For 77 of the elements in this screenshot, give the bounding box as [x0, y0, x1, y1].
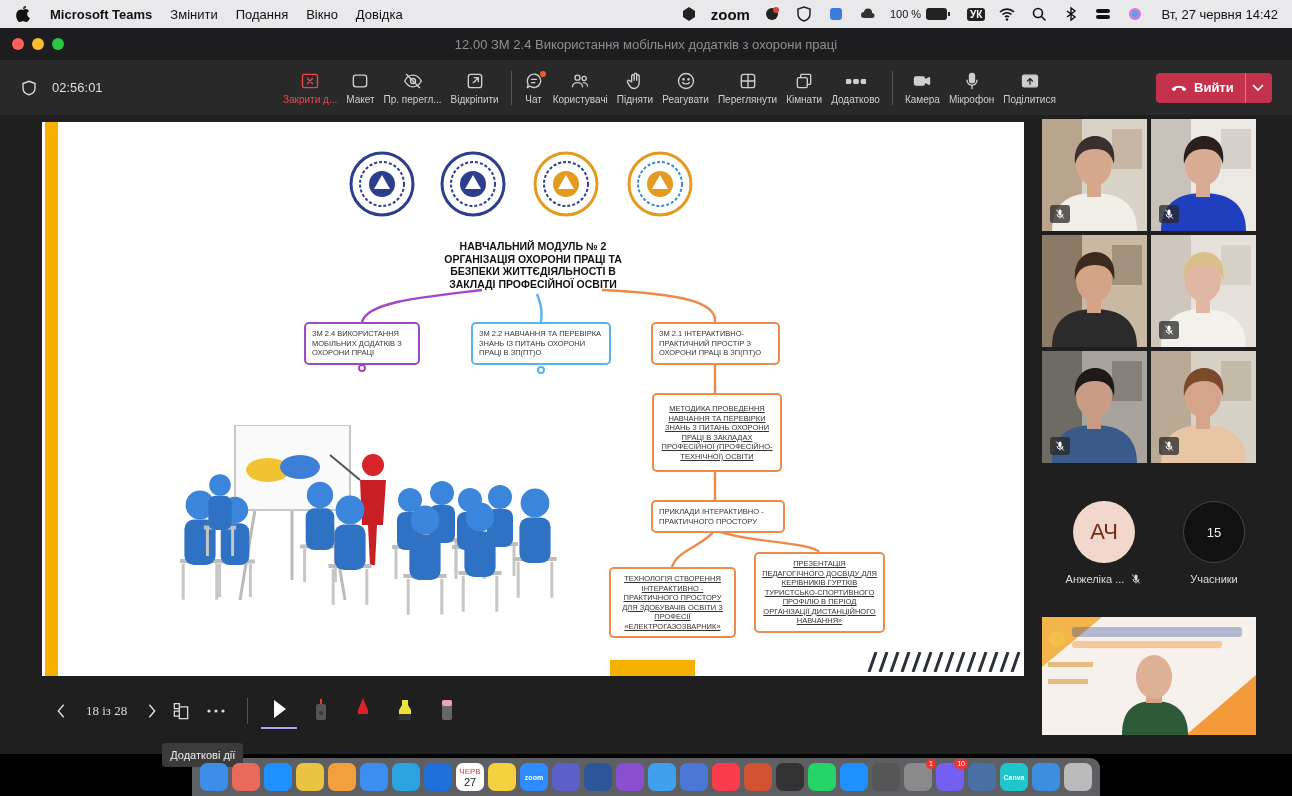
- app-icon[interactable]: [776, 763, 804, 791]
- app-icon[interactable]: [808, 763, 836, 791]
- participants-label: Учасники: [1190, 573, 1238, 585]
- chevron-right-icon: [147, 703, 158, 719]
- more-icon[interactable]: [207, 709, 226, 713]
- control-center-icon[interactable]: [1095, 6, 1112, 22]
- participant-name: Анжеліка ...: [1065, 573, 1125, 585]
- battery-icon[interactable]: [925, 7, 952, 21]
- toolbar-button[interactable]: Реагувати: [659, 68, 712, 107]
- app-icon[interactable]: [648, 763, 676, 791]
- app-icon[interactable]: [840, 763, 868, 791]
- toolbar-button[interactable]: Макет: [343, 68, 378, 107]
- app-icon[interactable]: [200, 763, 228, 791]
- meeting-timer: 02:56:01: [52, 80, 103, 95]
- connector-line: [713, 362, 717, 393]
- app-name[interactable]: Microsoft Teams: [50, 6, 153, 22]
- leave-button[interactable]: Вийти: [1156, 72, 1272, 103]
- logo-icon: [349, 151, 415, 217]
- input-source-badge[interactable]: УК: [967, 7, 986, 21]
- app-icon[interactable]: [488, 763, 516, 791]
- minimize-window-button[interactable]: [32, 38, 44, 50]
- toolbar-button[interactable]: Підняти: [613, 68, 657, 107]
- zoom-window-button[interactable]: [52, 38, 64, 50]
- smiley-icon: [675, 70, 696, 91]
- toolbar-button[interactable]: Переглянути: [714, 68, 781, 107]
- logo-icon: [627, 151, 693, 217]
- mind-map-title: НАВЧАЛЬНИЙ МОДУЛЬ № 2 ОРГАНІЗАЦІЯ ОХОРОНИ ПРАЦІ ТА БЕЗПЕКИ ЖИТТЄДІЯЛЬНОСТІ В ЗАКЛАДІ ПРОФЕСІЙНОЇ ОСВІТИ: [443, 240, 623, 290]
- logo-icon: [533, 151, 599, 217]
- app-icon[interactable]: [360, 763, 388, 791]
- toolbar-button[interactable]: Поділитися: [1000, 68, 1059, 107]
- logo-icon: [440, 151, 506, 217]
- toolbar-button[interactable]: Мікрофон: [945, 68, 998, 107]
- connector-dot: [358, 364, 366, 372]
- toolbar-button[interactable]: Кімнати: [783, 68, 826, 107]
- toolbar-button[interactable]: Чат: [520, 68, 547, 107]
- app-icon[interactable]: [232, 763, 260, 791]
- apple-icon[interactable]: [16, 6, 30, 22]
- app-icon[interactable]: [1032, 763, 1060, 791]
- shield-icon[interactable]: [20, 78, 38, 97]
- shield-icon[interactable]: [795, 6, 812, 22]
- app-icon[interactable]: [392, 763, 420, 791]
- status-icon[interactable]: [763, 6, 780, 22]
- avatar[interactable]: АЧ: [1073, 501, 1135, 563]
- menu-item[interactable]: Подання: [235, 6, 289, 22]
- wifi-icon[interactable]: [999, 6, 1016, 22]
- menu-item[interactable]: Вікно: [306, 6, 338, 22]
- toolbar-button[interactable]: Відкріпити: [447, 68, 502, 107]
- menu-item[interactable]: Змінити: [170, 6, 218, 22]
- app-icon[interactable]: [264, 763, 292, 791]
- window-title: 12.00 ЗМ 2.4 Використання мобільних додатків з охорони праці: [453, 36, 839, 52]
- zoom-menu-label[interactable]: zoom: [710, 5, 750, 23]
- toolbar-button[interactable]: Закрити д...: [280, 68, 341, 107]
- siri-icon[interactable]: [1127, 6, 1144, 22]
- app-icon[interactable]: [1064, 763, 1092, 791]
- menu-clock[interactable]: Вт, 27 червня 14:42: [1161, 6, 1278, 22]
- toolbar-button[interactable]: Камера: [901, 68, 943, 107]
- toolbar-button[interactable]: Додатково: [828, 68, 883, 107]
- close-window-button[interactable]: [12, 38, 24, 50]
- slide-counter: 18 із 28: [86, 703, 128, 719]
- tooltip: Додаткові дії: [162, 743, 244, 767]
- toolbar-button[interactable]: Пр. перегл...: [380, 68, 445, 107]
- app-icon[interactable]: [712, 763, 740, 791]
- app-icon[interactable]: [296, 763, 324, 791]
- chevron-left-icon: [56, 703, 66, 719]
- app-icon[interactable]: ЧЕРВ 27: [456, 763, 484, 791]
- connector-line: [713, 472, 717, 500]
- connector-dot: [537, 366, 545, 374]
- toolbar-button[interactable]: Користувачі: [549, 68, 611, 107]
- participant-count[interactable]: 15: [1183, 501, 1245, 563]
- status-icon[interactable]: [680, 6, 697, 22]
- battery-percent: 100 %: [889, 8, 922, 20]
- more-icon: [845, 78, 866, 84]
- caret-icon: [1252, 83, 1264, 92]
- app-icon[interactable]: [328, 763, 356, 791]
- menu-item[interactable]: Довідка: [355, 6, 403, 22]
- search-icon[interactable]: [1031, 6, 1048, 22]
- connector-line: [535, 293, 543, 323]
